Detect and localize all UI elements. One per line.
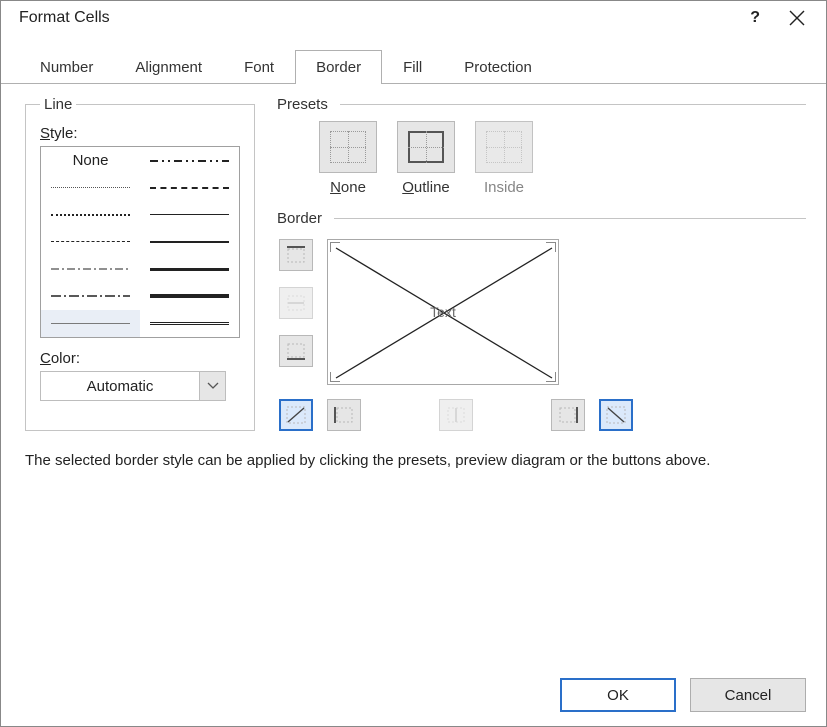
border-bottom-button[interactable] (279, 335, 313, 367)
style-option[interactable] (41, 283, 140, 310)
line-group: Line Style: None (25, 96, 255, 431)
preset-outline-button[interactable] (397, 121, 455, 173)
style-option[interactable] (140, 310, 239, 337)
style-list[interactable]: None (40, 146, 240, 338)
border-diagonal-up-button[interactable] (279, 399, 313, 431)
tab-number[interactable]: Number (19, 50, 114, 84)
style-option[interactable] (140, 147, 239, 174)
tab-font[interactable]: Font (223, 50, 295, 84)
preset-inside-label: Inside (484, 179, 524, 196)
style-option[interactable] (41, 174, 140, 201)
tab-alignment[interactable]: Alignment (114, 50, 223, 84)
border-right-button[interactable] (551, 399, 585, 431)
help-icon[interactable]: ? (750, 9, 760, 27)
border-diagonal-down-button[interactable] (599, 399, 633, 431)
close-icon[interactable] (788, 9, 806, 27)
preview-text: Text (430, 304, 456, 320)
style-option[interactable] (140, 256, 239, 283)
help-text: The selected border style can be applied… (25, 451, 806, 471)
style-label: Style: (40, 125, 240, 142)
border-preview[interactable]: Text (327, 239, 559, 385)
style-option[interactable] (41, 201, 140, 228)
style-option[interactable] (140, 283, 239, 310)
border-vertical-middle-button[interactable] (439, 399, 473, 431)
preset-none-label: None (330, 179, 366, 196)
line-legend: Line (40, 96, 76, 113)
style-option[interactable] (140, 174, 239, 201)
border-horizontal-middle-button[interactable] (279, 287, 313, 319)
color-dropdown[interactable]: Automatic (40, 371, 226, 401)
color-value: Automatic (41, 378, 199, 395)
preset-none-button[interactable] (319, 121, 377, 173)
preset-inside-button[interactable] (475, 121, 533, 173)
preset-outline-label: Outline (402, 179, 450, 196)
dialog-title: Format Cells (19, 9, 110, 27)
tab-border[interactable]: Border (295, 50, 382, 84)
style-option[interactable] (140, 201, 239, 228)
tab-protection[interactable]: Protection (443, 50, 553, 84)
tab-strip: Number Alignment Font Border Fill Protec… (1, 49, 826, 84)
style-option[interactable] (41, 256, 140, 283)
style-option[interactable] (41, 310, 140, 337)
color-label: Color: (40, 350, 240, 367)
style-option[interactable] (41, 228, 140, 255)
tab-fill[interactable]: Fill (382, 50, 443, 84)
style-option[interactable] (140, 228, 239, 255)
chevron-down-icon (199, 372, 225, 400)
style-none[interactable]: None (41, 152, 140, 169)
border-top-button[interactable] (279, 239, 313, 271)
border-legend: Border (277, 210, 322, 227)
presets-legend: Presets (277, 96, 328, 113)
border-left-button[interactable] (327, 399, 361, 431)
ok-button[interactable]: OK (560, 678, 676, 712)
cancel-button[interactable]: Cancel (690, 678, 806, 712)
